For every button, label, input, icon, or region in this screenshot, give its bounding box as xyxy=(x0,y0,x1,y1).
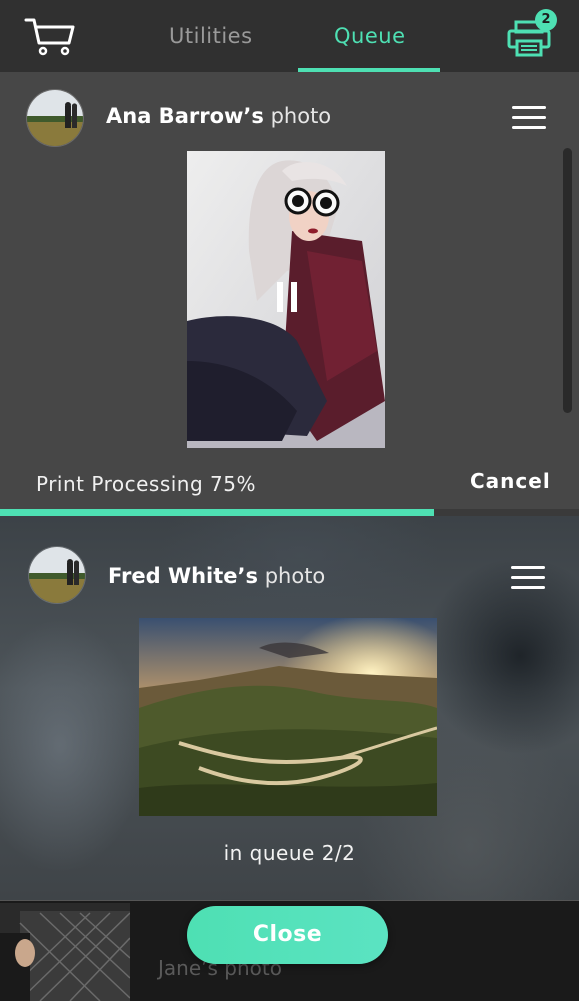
progress-bar xyxy=(0,509,579,516)
top-bar: Utilities Queue 2 xyxy=(0,0,579,72)
owner-name: Ana Barrow’s xyxy=(106,104,264,128)
cancel-button[interactable]: Cancel xyxy=(470,469,551,493)
avatar xyxy=(28,546,86,604)
owner-name: Fred White’s xyxy=(108,564,259,588)
queue-item-active: Ana Barrow’s photo Print Processing 75% … xyxy=(0,72,579,516)
avatar xyxy=(26,89,84,147)
owner-suffix: photo xyxy=(264,564,326,588)
pause-icon[interactable] xyxy=(277,282,299,312)
owner-title: Fred White’s photo xyxy=(108,564,325,588)
cart-icon[interactable] xyxy=(24,16,76,56)
tab-utilities[interactable]: Utilities xyxy=(169,24,253,48)
photo-thumbnail xyxy=(0,903,130,1001)
photo-thumbnail xyxy=(139,618,437,816)
queue-position: in queue 2/2 xyxy=(223,841,356,865)
scrollbar[interactable] xyxy=(563,148,572,413)
close-button[interactable]: Close xyxy=(187,906,388,964)
owner-suffix: photo xyxy=(270,104,332,128)
progress-fill xyxy=(0,509,435,516)
printer-count-badge: 2 xyxy=(535,9,557,31)
print-status: Print Processing 75% xyxy=(36,472,256,496)
tab-queue[interactable]: Queue xyxy=(334,24,406,48)
hamburger-menu-icon[interactable] xyxy=(512,106,546,130)
queue-item: Fred White’s photo in queue 2/2 xyxy=(0,516,579,900)
owner-title: Ana Barrow’s photo xyxy=(106,104,331,128)
hamburger-menu-icon[interactable] xyxy=(511,566,545,590)
